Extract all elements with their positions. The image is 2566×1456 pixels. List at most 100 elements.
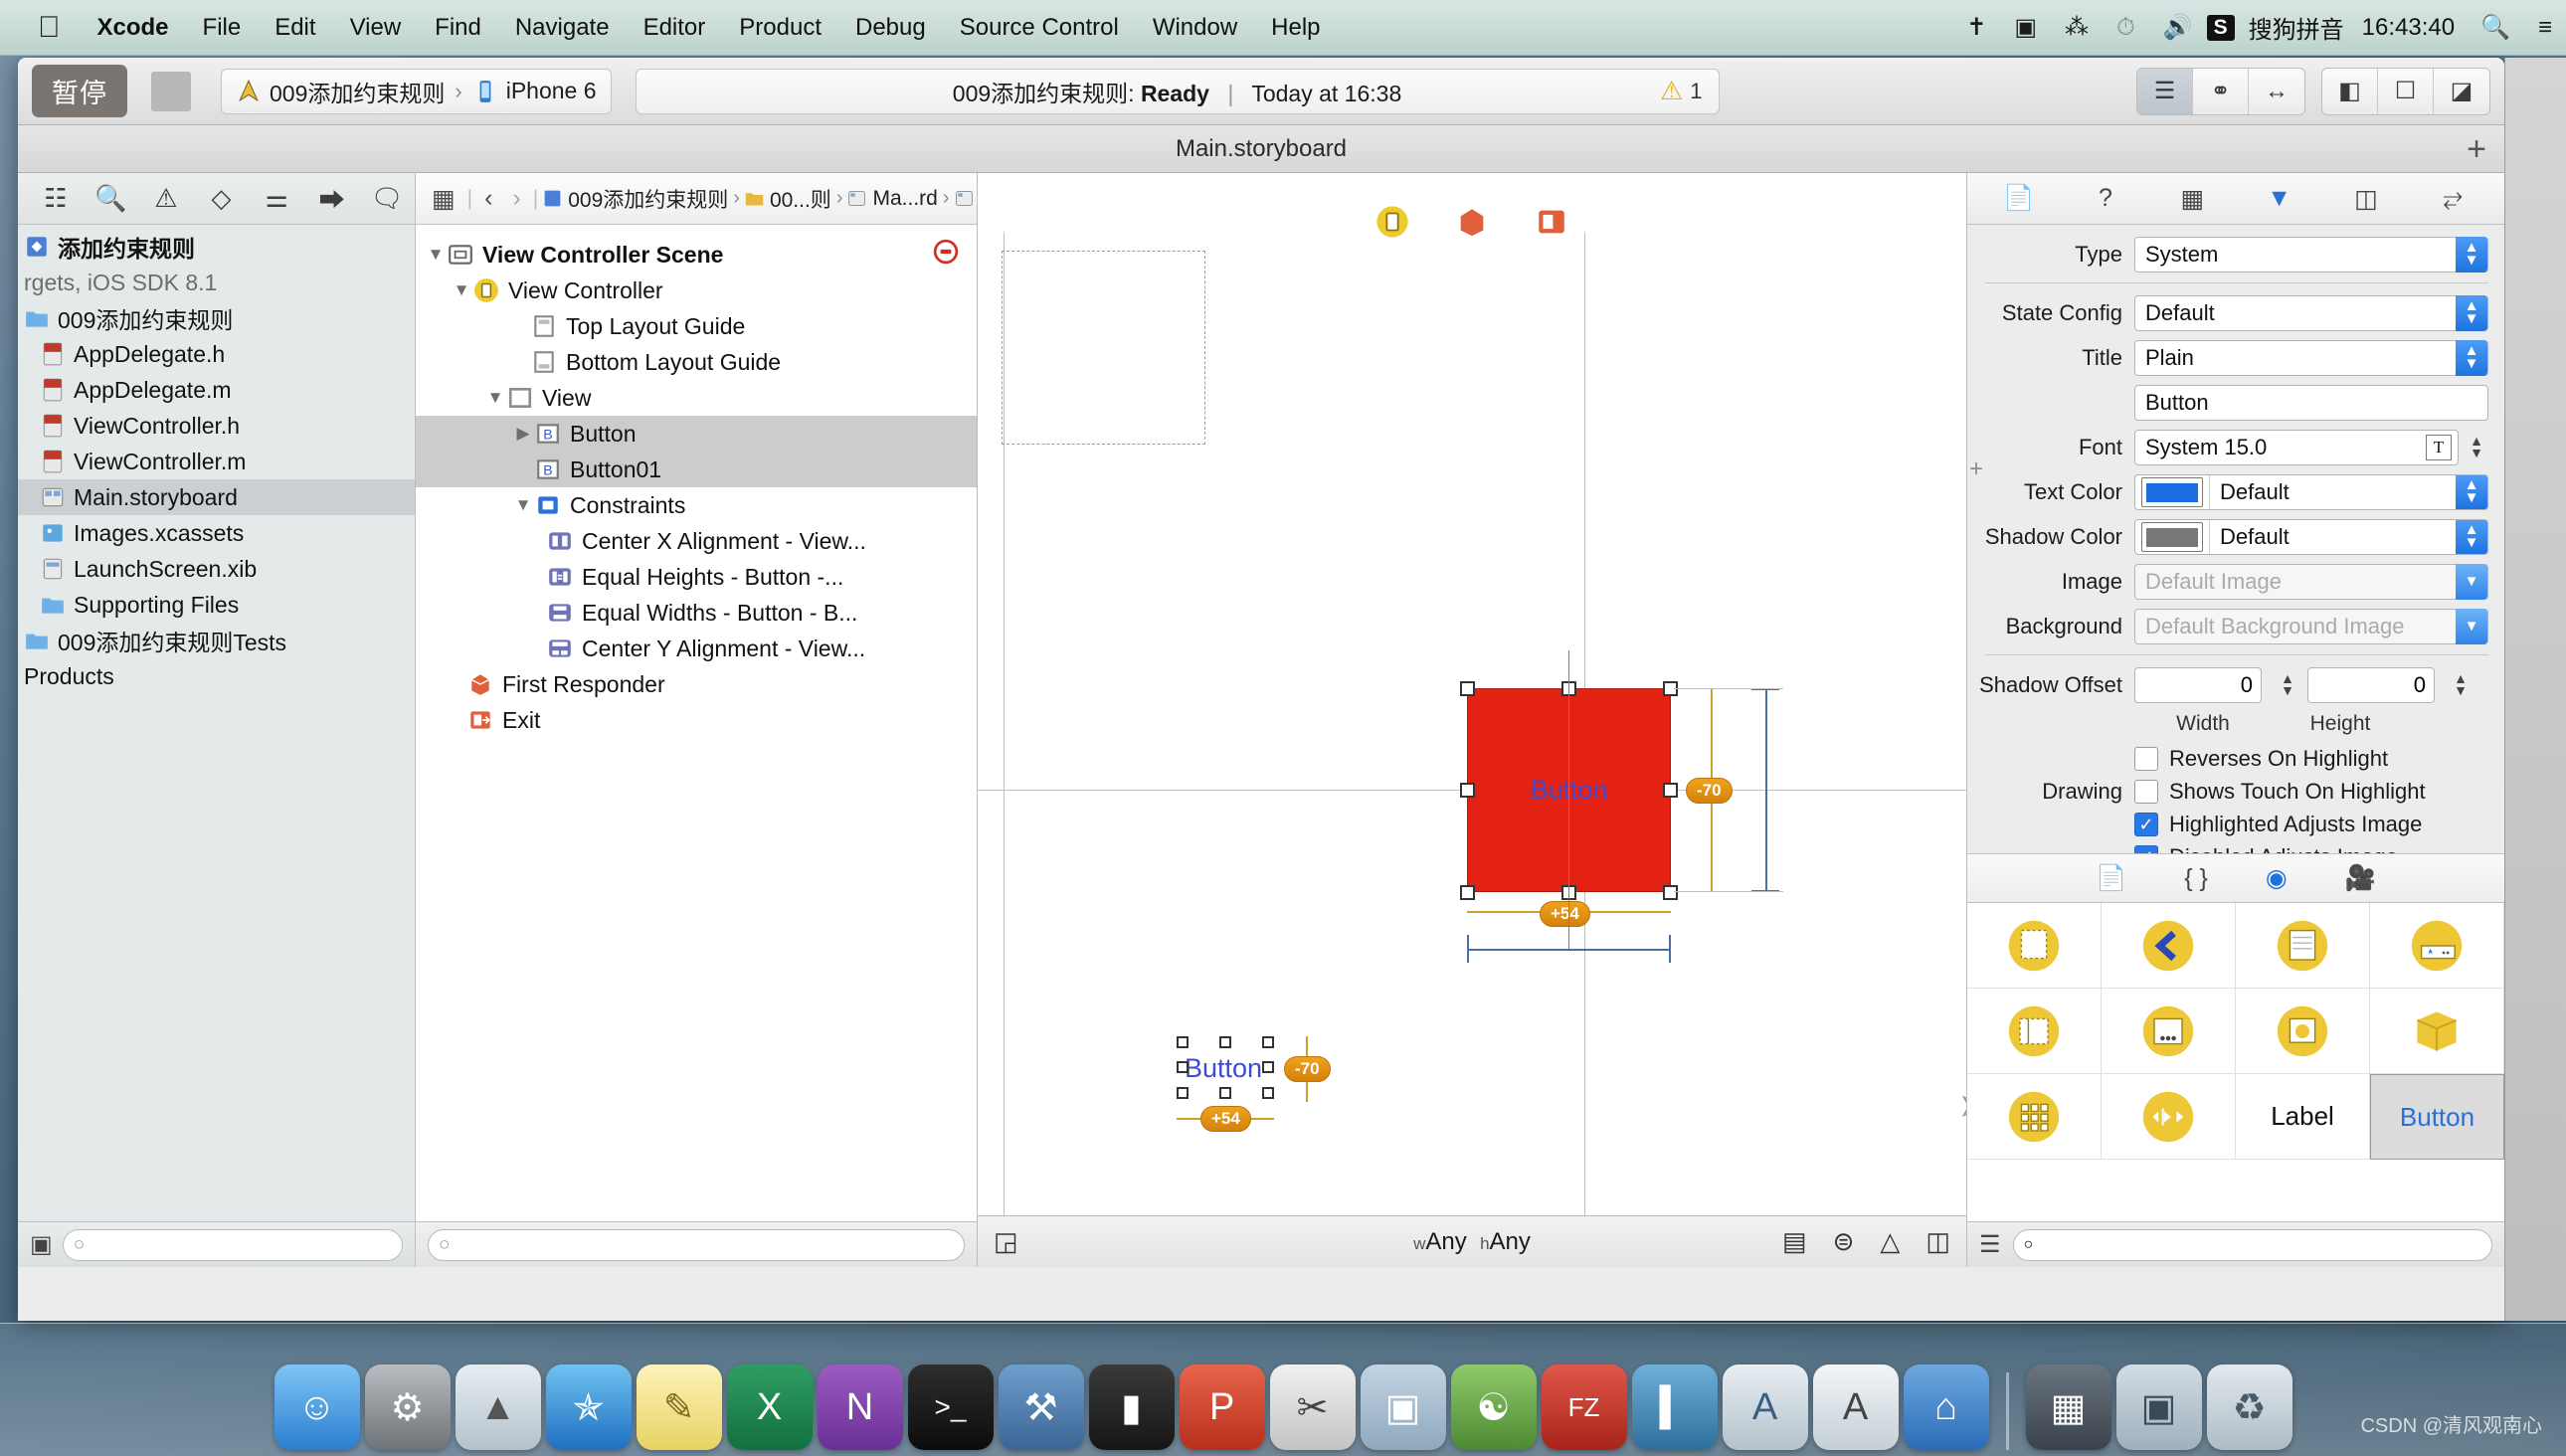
warning-indicator[interactable]: ⚠ 1 xyxy=(1660,76,1703,106)
exit-badge[interactable] xyxy=(1535,205,1568,239)
dictionary-icon[interactable]: A xyxy=(1812,1365,1899,1450)
forward-arrow-icon[interactable]: › xyxy=(504,184,528,213)
navigator-file-list[interactable]: 添加约束规则 rgets, iOS SDK 8.1 009添加约束规则 AppD… xyxy=(18,225,415,1221)
page-control-item[interactable] xyxy=(2102,989,2236,1074)
shows-touch-on-highlight-checkbox[interactable] xyxy=(2134,780,2158,804)
text-view-item[interactable] xyxy=(2236,903,2370,989)
list-item[interactable]: AppDelegate.h xyxy=(18,336,415,372)
outline-row-first-responder[interactable]: First Responder xyxy=(416,666,977,702)
menu-item-window[interactable]: Window xyxy=(1136,14,1254,42)
airplay-icon[interactable]: ⁂ xyxy=(2051,13,2103,42)
outline-filter-input[interactable]: ○ xyxy=(428,1228,965,1261)
view-controller-badge[interactable] xyxy=(1375,205,1409,239)
breadcrumb[interactable]: M...ase) › xyxy=(954,187,977,211)
chevron-down-icon[interactable]: ▼ xyxy=(2456,564,2487,600)
outline-row-constraint-centery[interactable]: Center Y Alignment - View... xyxy=(416,631,977,666)
shadow-color-combo[interactable]: Default ▲ ▼ xyxy=(2134,519,2488,555)
highlighted-adjusts-image-checkbox[interactable]: ✓ xyxy=(2134,813,2158,836)
text-color-swatch[interactable] xyxy=(2141,477,2203,507)
connections-inspector-tab[interactable]: ⥂ xyxy=(2430,176,2475,222)
list-item[interactable]: 009添加约束规则Tests xyxy=(18,623,415,658)
navigator-filter-input[interactable]: ○ xyxy=(62,1228,403,1261)
time-machine-icon[interactable]: ⏱ xyxy=(2103,14,2149,42)
outline-row-top-layout-guide[interactable]: ▼ Top Layout Guide xyxy=(416,308,977,344)
search-icon[interactable]: 🔍 xyxy=(2467,13,2524,42)
outline-row-constraints[interactable]: ▼ Constraints xyxy=(416,487,977,523)
list-item[interactable]: ViewController.h xyxy=(18,408,415,444)
list-item[interactable]: 009添加约束规则 xyxy=(18,300,415,336)
resize-handle[interactable] xyxy=(1460,681,1475,696)
menu-item-find[interactable]: Find xyxy=(418,14,498,42)
scene-exit-badge[interactable] xyxy=(933,239,959,265)
list-item[interactable]: Images.xcassets xyxy=(18,515,415,551)
report-navigator-icon[interactable]: 🗨 xyxy=(359,173,415,225)
object-library-tab[interactable]: ◉ xyxy=(2266,863,2288,893)
resize-handle[interactable] xyxy=(1177,1061,1189,1073)
resize-handle[interactable] xyxy=(1262,1087,1274,1099)
add-state-icon[interactable]: + xyxy=(1969,455,1983,483)
outline-row-view[interactable]: ▼ View xyxy=(416,380,977,416)
notification-center-icon[interactable]: ≡ xyxy=(2524,14,2566,42)
shadow-offset-height-input[interactable]: 0 xyxy=(2307,667,2435,703)
charles-icon[interactable]: ▍ xyxy=(1631,1365,1718,1450)
shadow-offset-height-stepper[interactable]: ▲ ▼ xyxy=(2449,667,2473,703)
chevron-updown-icon[interactable]: ▲ ▼ xyxy=(2456,520,2487,554)
size-inspector-tab[interactable]: ◫ xyxy=(2343,176,2389,222)
menu-item-product[interactable]: Product xyxy=(722,14,838,42)
preview-icon[interactable]: A xyxy=(1722,1365,1808,1450)
system-preferences-icon[interactable]: ⚙ xyxy=(364,1365,451,1450)
disclosure-triangle-icon[interactable]: ▼ xyxy=(424,245,448,265)
resize-handle[interactable] xyxy=(1460,885,1475,900)
shadow-color-swatch[interactable] xyxy=(2141,522,2203,552)
button01-height-badge[interactable]: -70 xyxy=(1284,1056,1331,1082)
menu-item-navigate[interactable]: Navigate xyxy=(498,14,627,42)
file-template-library-tab[interactable]: 📄 xyxy=(2096,864,2126,893)
resize-handle[interactable] xyxy=(1460,783,1475,798)
first-responder-badge[interactable] xyxy=(1455,205,1489,239)
menubar-clock[interactable]: 16:43:40 xyxy=(2350,14,2467,42)
apple-icon[interactable]:  xyxy=(38,12,61,43)
screen-record-icon[interactable]: ▣ xyxy=(2000,13,2051,42)
outline-row-constraint-equalheights[interactable]: Equal Heights - Button -... xyxy=(416,559,977,595)
shadow-offset-width-input[interactable]: 0 xyxy=(2134,667,2262,703)
reverses-on-highlight-checkbox[interactable] xyxy=(2134,747,2158,771)
list-item[interactable]: LaunchScreen.xib xyxy=(18,551,415,587)
sidebar-item-main-storyboard[interactable]: Main.storyboard xyxy=(18,479,415,515)
menu-item-debug[interactable]: Debug xyxy=(838,14,943,42)
menu-item-file[interactable]: File xyxy=(186,14,259,42)
simulator-icon[interactable]: ▮ xyxy=(1088,1365,1175,1450)
button01-width-badge[interactable]: +54 xyxy=(1200,1106,1251,1132)
collection-view-item[interactable] xyxy=(1967,1074,2102,1160)
outline-row-constraint-centerx[interactable]: Center X Alignment - View... xyxy=(416,523,977,559)
object-library-grid[interactable]: Label Button xyxy=(1967,903,2504,1221)
disclosure-triangle-icon[interactable]: ▼ xyxy=(511,495,535,515)
disclosure-triangle-icon[interactable]: ▼ xyxy=(483,388,507,408)
test-navigator-icon[interactable]: ◇ xyxy=(194,173,250,225)
pause-button[interactable]: 暂停 xyxy=(32,65,127,117)
disclosure-triangle-icon[interactable]: ▼ xyxy=(450,280,473,300)
code-snippet-library-tab[interactable]: { } xyxy=(2184,864,2208,893)
safari-icon[interactable]: ✯ xyxy=(545,1365,632,1450)
label-item[interactable]: Label xyxy=(2236,1074,2370,1160)
onenote-icon[interactable]: N xyxy=(817,1365,903,1450)
search-navigator-icon[interactable]: 🔍 xyxy=(84,173,139,225)
outline-row-scene[interactable]: ▼ View Controller Scene xyxy=(416,237,977,273)
scheme-selector[interactable]: 009添加约束规则 › iPhone 6 xyxy=(221,68,612,114)
outline-row-exit[interactable]: Exit xyxy=(416,702,977,738)
player-controls-item[interactable] xyxy=(2102,1074,2236,1160)
hide-navigator-button[interactable]: ◧ xyxy=(2322,68,2378,114)
background-image-select[interactable]: Default Background Image ▼ xyxy=(2134,609,2488,644)
excel-icon[interactable]: X xyxy=(726,1365,813,1450)
image-view-item[interactable] xyxy=(2236,989,2370,1074)
documents-stack-icon[interactable]: ▣ xyxy=(2115,1365,2202,1450)
chevron-updown-icon[interactable]: ▲ ▼ xyxy=(2456,237,2487,273)
resize-handle[interactable] xyxy=(1177,1036,1189,1048)
color-swatch-wrapper[interactable] xyxy=(2135,475,2210,509)
issue-navigator-icon[interactable]: ⚠ xyxy=(138,173,194,225)
chevron-updown-icon[interactable]: ▲ ▼ xyxy=(2456,475,2487,509)
breadcrumb[interactable]: Ma...rd › xyxy=(846,187,950,211)
breadcrumb[interactable]: 009添加约束规则 › xyxy=(542,184,740,214)
app-store-icon[interactable]: ⌂ xyxy=(1903,1365,1989,1450)
stop-button[interactable] xyxy=(151,71,191,111)
hide-utilities-button[interactable]: ◪ xyxy=(2434,69,2489,114)
